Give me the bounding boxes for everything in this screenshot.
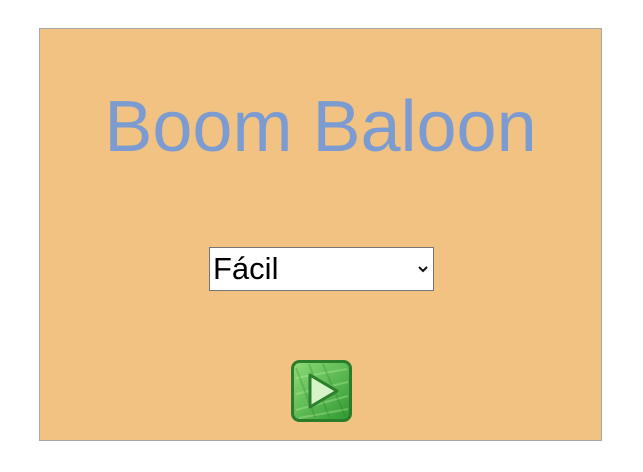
chevron-down-icon <box>418 266 428 273</box>
difficulty-selected-value: Fácil <box>213 251 279 286</box>
game-title: Boom Baloon <box>104 87 537 167</box>
difficulty-select[interactable]: Fácil <box>209 247 434 291</box>
play-button[interactable] <box>291 360 352 422</box>
game-panel: Boom Baloon Fácil <box>39 28 602 441</box>
